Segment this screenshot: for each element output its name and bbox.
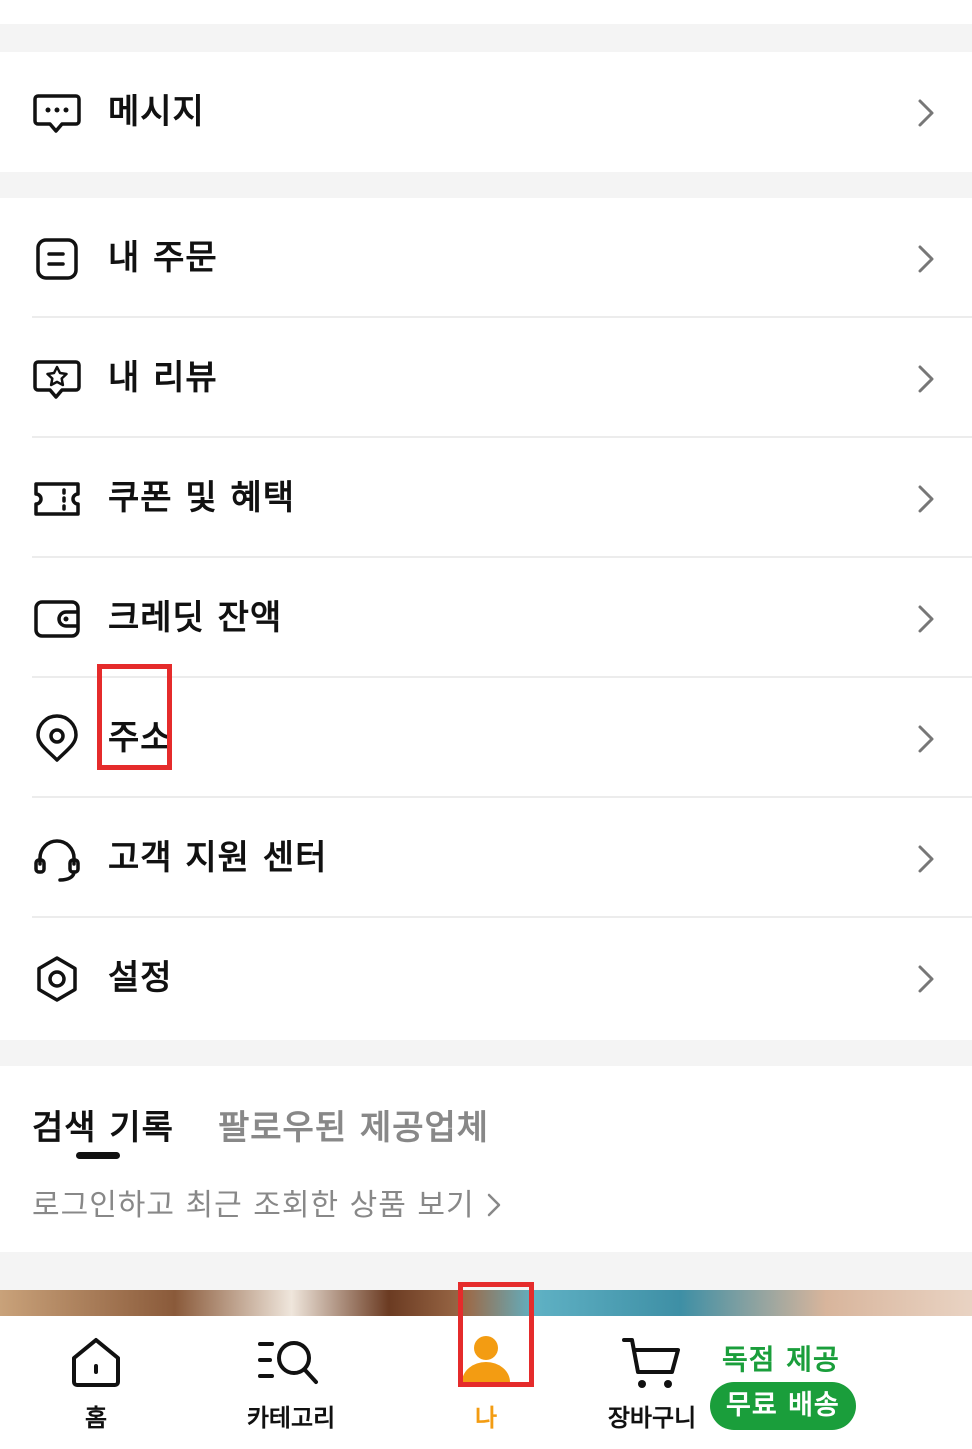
tab-followed-providers[interactable]: 팔로우된 제공업체: [218, 1100, 489, 1149]
chevron-right-icon: [918, 365, 934, 393]
menu-item-reviews[interactable]: 내 리뷰: [0, 318, 972, 438]
chat-bubble-icon: [33, 94, 81, 133]
nav-category[interactable]: 카테고리: [236, 1316, 346, 1449]
menu-item-reviews-label: 내 리뷰: [108, 358, 218, 398]
messages-card: 메시지: [0, 52, 972, 172]
menu-item-credit-label: 크레딧 잔액: [108, 598, 283, 638]
review-star-icon: [33, 360, 81, 399]
order-list-icon: [36, 238, 78, 280]
nav-me-label: 나: [474, 1404, 498, 1432]
nav-category-label: 카테고리: [246, 1404, 336, 1432]
nav-home-label: 홈: [84, 1404, 108, 1432]
chevron-right-icon: [918, 725, 934, 753]
settings-gear-icon: [37, 956, 77, 1002]
chevron-right-icon: [918, 245, 934, 273]
headset-icon: [34, 839, 80, 882]
menu-item-messages-label: 메시지: [108, 92, 205, 132]
chevron-right-icon: [918, 845, 934, 873]
login-recent-text: 로그인하고 최근 조회한 상품 보기: [32, 1188, 475, 1223]
menu-item-orders[interactable]: 내 주문: [0, 198, 972, 318]
active-tab-indicator: [76, 1152, 120, 1159]
nav-cart-label: 장바구니: [607, 1404, 697, 1432]
wallet-icon: [34, 600, 80, 638]
chevron-right-icon: [487, 1193, 501, 1217]
menu-item-settings-label: 설정: [108, 958, 173, 998]
menu-item-coupons-label: 쿠폰 및 혜택: [108, 478, 296, 518]
history-card: 검색 기록 팔로우된 제공업체 로그인하고 최근 조회한 상품 보기: [0, 1066, 972, 1252]
menu-item-coupons[interactable]: 쿠폰 및 혜택: [0, 438, 972, 558]
menu-item-messages[interactable]: 메시지: [0, 52, 972, 172]
nav-home[interactable]: 홈: [48, 1316, 144, 1449]
location-pin-icon: [36, 714, 78, 762]
free-shipping-badge[interactable]: 무료 배송: [710, 1382, 856, 1430]
category-search-icon: [258, 1341, 318, 1384]
chevron-right-icon: [918, 485, 934, 513]
menu-item-orders-label: 내 주문: [108, 238, 218, 278]
nav-cart[interactable]: 장바구니: [600, 1316, 704, 1449]
messages-section: [0, 0, 972, 24]
chevron-right-icon: [918, 965, 934, 993]
highlight-box-me-tab: [458, 1282, 534, 1387]
account-menu-card: 내 주문 내 리뷰 쿠폰 및 혜택 크레딧 잔액 주소 고객 지원 센터 설정: [0, 198, 972, 1040]
promo-exclusive-text[interactable]: 독점 제공: [722, 1338, 840, 1378]
highlight-box-address: [97, 664, 172, 770]
coupon-ticket-icon: [34, 482, 80, 516]
menu-item-settings[interactable]: 설정: [0, 918, 972, 1038]
login-recent-link[interactable]: 로그인하고 최근 조회한 상품 보기: [32, 1180, 503, 1224]
menu-item-support-label: 고객 지원 센터: [108, 838, 328, 878]
menu-item-credit[interactable]: 크레딧 잔액: [0, 558, 972, 678]
menu-item-support[interactable]: 고객 지원 센터: [0, 798, 972, 918]
tab-search-history[interactable]: 검색 기록: [32, 1100, 174, 1149]
chevron-right-icon: [918, 605, 934, 633]
cart-icon: [622, 1338, 680, 1388]
chevron-right-icon: [918, 99, 934, 127]
home-icon: [72, 1338, 120, 1387]
